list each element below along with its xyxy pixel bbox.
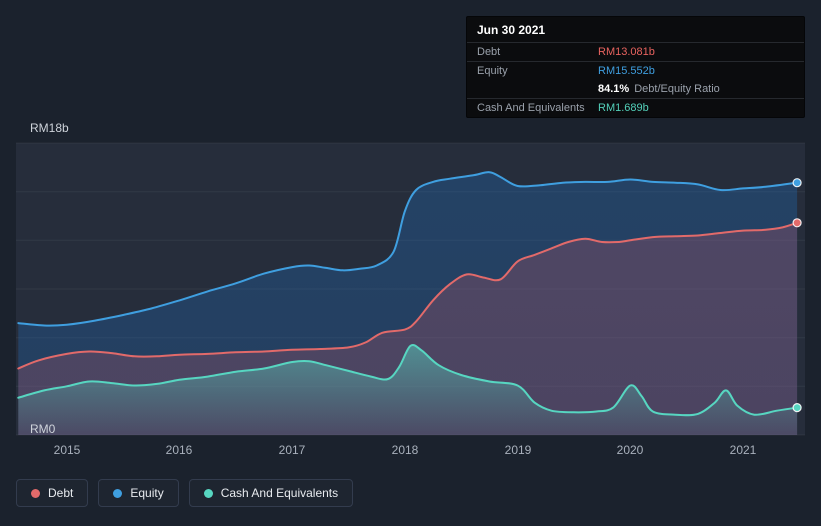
equity-legend-dot-icon (113, 488, 123, 498)
y-axis-min-label: RM0 (30, 422, 56, 436)
chart-svg (16, 142, 805, 436)
y-axis-max-label: RM18b (30, 121, 69, 135)
cash-legend-dot-icon (203, 488, 213, 498)
tooltip-debt-value: RM13.081b (598, 46, 655, 58)
tooltip-date: Jun 30 2021 (477, 23, 546, 37)
legend-equity-label: Equity (130, 486, 164, 500)
tooltip-debt-label: Debt (477, 46, 501, 58)
x-axis-label-2016: 2016 (165, 443, 193, 457)
x-axis: 2015 2016 2017 2018 2019 2020 2021 (16, 443, 805, 459)
legend-debt-label: Debt (48, 486, 74, 500)
debt-endpoint-dot (792, 218, 802, 228)
cash-and-equivalents-endpoint-dot (792, 403, 802, 413)
legend-item-debt[interactable]: Debt (16, 479, 89, 507)
tooltip-cash-value: RM1.689b (598, 102, 649, 114)
tooltip-equity-value: RM15.552b (598, 65, 655, 77)
x-axis-label-2020: 2020 (616, 443, 644, 457)
tooltip-cash-row: Cash And Equivalents RM1.689b (467, 98, 804, 117)
legend-cash-label: Cash And Equivalents (220, 486, 339, 500)
tooltip-debt-row: Debt RM13.081b (467, 42, 804, 61)
debt-equity-history-chart-page: Jun 30 2021 Debt RM13.081b Equity RM15.5… (0, 0, 821, 526)
tooltip-ratio-label: Debt/Equity Ratio (634, 83, 720, 95)
legend: Debt Equity Cash And Equivalents (16, 479, 354, 507)
tooltip-ratio-row: 84.1% Debt/Equity Ratio (467, 80, 804, 98)
x-axis-label-2019: 2019 (504, 443, 532, 457)
x-axis-label-2021: 2021 (729, 443, 757, 457)
x-axis-label-2015: 2015 (53, 443, 81, 457)
chart-plot-area[interactable] (16, 142, 805, 436)
tooltip-ratio-value: 84.1% (598, 83, 630, 95)
debt-legend-dot-icon (31, 488, 40, 498)
equity-endpoint-dot (792, 178, 802, 188)
tooltip-equity-label: Equity (477, 65, 508, 77)
legend-item-equity[interactable]: Equity (98, 479, 179, 507)
legend-item-cash[interactable]: Cash And Equivalents (188, 479, 354, 507)
x-axis-label-2017: 2017 (278, 443, 306, 457)
tooltip-equity-row: Equity RM15.552b (467, 61, 804, 80)
tooltip-cash-label: Cash And Equivalents (477, 102, 585, 114)
chart-tooltip: Jun 30 2021 Debt RM13.081b Equity RM15.5… (466, 16, 805, 118)
x-axis-label-2018: 2018 (391, 443, 419, 457)
